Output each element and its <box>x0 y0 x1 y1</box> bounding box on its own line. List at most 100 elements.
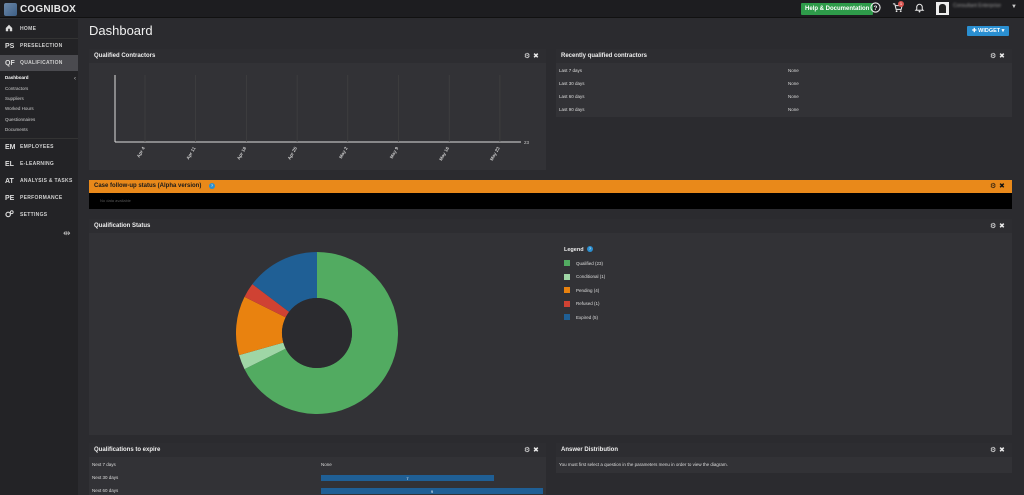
panel-title: Qualifications to expire <box>94 447 161 453</box>
expire-bar-value: 7 <box>406 476 409 481</box>
info-icon[interactable]: ? <box>209 183 215 189</box>
sidebar-item-performance[interactable]: PE PERFORMANCE <box>0 190 78 206</box>
legend-swatch <box>564 273 570 280</box>
panel-title: Answer Distribution <box>561 447 619 453</box>
legend-label: Qualified (23) <box>576 260 604 266</box>
recent-row-value: None <box>788 68 799 73</box>
gear-icon[interactable]: ⚙ <box>990 52 996 60</box>
close-icon[interactable]: ✖ <box>999 182 1005 190</box>
sidebar-subitem-contractors[interactable]: Contractors <box>5 86 28 91</box>
recently-qualified-panel: Recently qualified contractors ⚙ ✖ Last … <box>556 49 1012 117</box>
panel-header: Qualification Status ⚙ ✖ <box>89 219 1012 233</box>
close-icon[interactable]: ✖ <box>533 446 539 454</box>
sidebar: HOME PS PRESELECTION QF QUALIFICATION Da… <box>0 19 78 495</box>
legend-swatch <box>564 260 570 266</box>
question-circle-icon[interactable]: ? <box>868 2 882 16</box>
close-icon[interactable]: ✖ <box>999 446 1005 454</box>
sidebar-item-e-learning[interactable]: EL E-LEARNING <box>0 156 78 172</box>
sidebar-subitem-questionnaires[interactable]: Questionnaires <box>5 117 35 122</box>
gear-icon[interactable]: ⚙ <box>990 446 996 454</box>
sidebar-item-employees[interactable]: EM EMPLOYEES <box>0 139 78 155</box>
sidebar-subitem-suppliers[interactable]: Suppliers <box>5 96 24 101</box>
x-tick-label: May 9 <box>389 146 400 160</box>
caret-left-icon: ‹ <box>74 76 76 82</box>
top-bar: COGNIBOX Help & Documentation ? 1 Consul… <box>0 0 1024 18</box>
bell-icon[interactable] <box>912 2 926 16</box>
case-followup-header: Case follow-up status (Alpha version) ? … <box>89 180 1012 193</box>
legend-label: Expired (5) <box>576 314 599 320</box>
gear-icon[interactable]: ⚙ <box>524 446 530 454</box>
legend-label: Refused (1) <box>576 301 600 306</box>
x-tick-label: May 23 <box>489 146 501 162</box>
sidebar-item-label: QUALIFICATION <box>20 60 63 66</box>
expire-row-label: Next 7 days <box>92 462 116 467</box>
gears-icon <box>5 210 20 220</box>
add-widget-button[interactable]: ✚ WIDGET ▾ <box>967 26 1010 36</box>
sidebar-item-analysis-tasks[interactable]: AT ANALYSIS & TASKS <box>0 173 78 189</box>
gear-icon[interactable]: ⚙ <box>990 182 996 190</box>
panel-title: Recently qualified contractors <box>561 53 648 59</box>
x-tick-label: Apr 11 <box>185 146 196 161</box>
qualifications-to-expire-panel: Qualifications to expire ⚙ ✖ Next 7 days… <box>89 443 546 495</box>
sidebar-item-code: QF <box>5 59 15 67</box>
sidebar-item-settings[interactable]: SETTINGS <box>0 207 78 223</box>
sidebar-item-code: PE <box>5 194 15 202</box>
sidebar-subitem-dashboard[interactable]: Dashboard <box>5 75 29 80</box>
sidebar-item-code: EM <box>5 143 16 151</box>
sidebar-item-home[interactable]: HOME <box>0 21 78 37</box>
logo[interactable]: COGNIBOX <box>4 2 76 16</box>
sidebar-item-label: SETTINGS <box>20 212 48 218</box>
legend-title: Legend <box>564 247 584 253</box>
empty-message: No data available <box>100 198 131 203</box>
sidebar-subitem-worked-hours[interactable]: Worked Hours <box>5 106 34 111</box>
panel-header: Answer Distribution ⚙ ✖ <box>556 443 1012 457</box>
close-icon[interactable]: ✖ <box>533 52 539 60</box>
user-name[interactable]: Consultant Enterprise <box>953 3 1011 9</box>
sidebar-item-code: EL <box>5 160 14 168</box>
expire-row-label: Next 60 days <box>92 488 119 493</box>
panel-header: Recently qualified contractors ⚙ ✖ <box>556 49 1012 63</box>
expire-bar-value: 9 <box>430 489 434 494</box>
home-icon <box>5 24 20 34</box>
x-tick-label: May 2 <box>338 146 349 160</box>
gear-icon[interactable]: ⚙ <box>990 222 996 230</box>
x-tick-label: Apr 18 <box>236 146 248 161</box>
sidebar-subitem-documents[interactable]: Documents <box>5 127 28 132</box>
legend-swatch <box>564 314 570 320</box>
qualified-contractors-panel: Qualified Contractors ⚙ ✖ Apr 4 Apr 11 Apr… <box>89 49 546 170</box>
collapse-sidebar-icon[interactable]: ⇹ <box>63 228 71 239</box>
line-chart: Apr 4 Apr 11 Apr 18 Apr 25 May 2 May 9 May 16 M… <box>114 75 530 162</box>
sidebar-item-code: PS <box>5 42 15 50</box>
sidebar-item-preselection[interactable]: PS PRESELECTION <box>0 38 78 54</box>
logo-text: COGNIBOX <box>20 3 77 15</box>
recent-row-label: Last 90 days <box>559 107 585 112</box>
close-icon[interactable]: ✖ <box>999 222 1005 230</box>
x-tick-label: Apr 25 <box>287 146 299 161</box>
legend-item[interactable]: Pending (4) <box>564 287 599 293</box>
sidebar-item-label: ANALYSIS & TASKS <box>20 178 73 184</box>
recent-row-label: Last 60 days <box>559 94 585 99</box>
sidebar-item-label: PERFORMANCE <box>20 195 63 201</box>
avatar[interactable] <box>936 2 949 15</box>
sidebar-item-code: AT <box>5 177 14 185</box>
x-tick-label: May 16 <box>438 146 450 162</box>
y-end-label: 23 <box>524 140 530 145</box>
help-documentation-button[interactable]: Help & Documentation <box>801 3 874 15</box>
legend-item[interactable]: Conditional (1) <box>564 273 605 280</box>
gear-icon[interactable]: ⚙ <box>524 52 530 60</box>
legend-item[interactable]: Qualified (23) <box>564 260 603 266</box>
close-icon[interactable]: ✖ <box>999 52 1005 60</box>
sidebar-item-label: E-LEARNING <box>20 161 55 167</box>
x-tick-label: Apr 4 <box>136 146 146 159</box>
legend-item[interactable]: Refused (1) <box>564 300 600 307</box>
recent-row-value: None <box>788 94 799 99</box>
recent-row-label: Last 7 days <box>559 68 583 73</box>
answer-distribution-message: You must first select a question in the … <box>559 462 728 467</box>
sidebar-item-qualification[interactable]: QF QUALIFICATION <box>0 55 78 71</box>
user-menu-caret-icon[interactable]: ▼ <box>1011 4 1017 10</box>
expire-row-value: None <box>321 462 332 467</box>
info-icon[interactable]: ? <box>587 246 593 252</box>
legend-item[interactable]: Expired (5) <box>564 314 598 320</box>
sidebar-item-label: HOME <box>20 26 37 32</box>
donut-hole <box>282 298 352 368</box>
